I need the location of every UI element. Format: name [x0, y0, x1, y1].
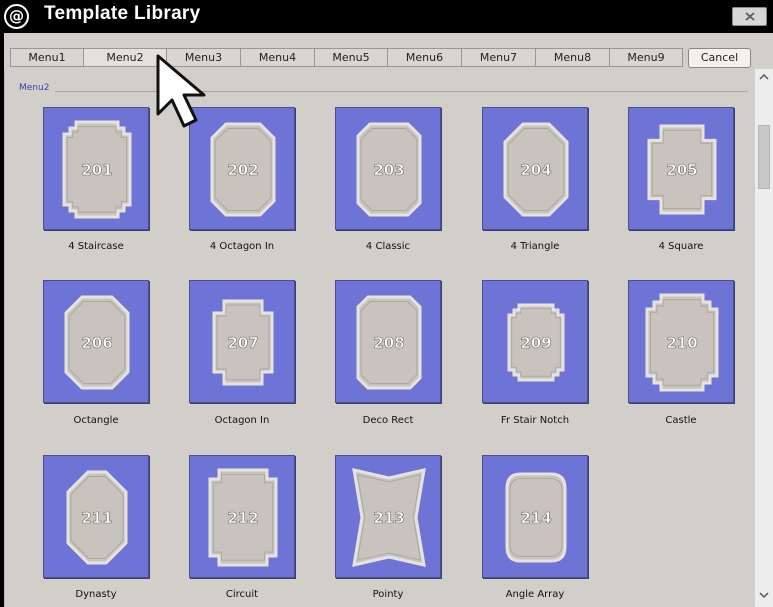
template-number: 201	[81, 161, 112, 179]
template-label: Pointy	[372, 589, 404, 600]
template-preview-206: 206	[64, 295, 130, 390]
tab-menu4[interactable]: Menu4	[240, 48, 314, 67]
template-preview-210: 210	[645, 293, 719, 392]
scroll-thumb[interactable]	[758, 125, 770, 189]
tab-menu6[interactable]: Menu6	[387, 48, 461, 67]
tab-menu9[interactable]: Menu9	[609, 48, 683, 67]
template-number: 211	[81, 509, 112, 527]
template-tile-210[interactable]: 210	[628, 280, 734, 403]
template-number: 204	[520, 161, 551, 179]
template-tile-208[interactable]: 208	[335, 280, 441, 403]
template-tile-207[interactable]: 207	[189, 280, 295, 403]
template-number: 209	[520, 334, 551, 352]
chevron-down-icon[interactable]	[755, 587, 773, 604]
template-label: 4 Staircase	[68, 241, 124, 252]
template-tile-203[interactable]: 203	[335, 107, 441, 230]
template-tile-205[interactable]: 205	[628, 107, 734, 230]
template-preview-211: 211	[66, 470, 128, 565]
template-label: 4 Classic	[365, 241, 411, 252]
tab-menu7[interactable]: Menu7	[461, 48, 535, 67]
window-title: Template Library	[44, 3, 201, 24]
template-label: Dynasty	[75, 589, 117, 600]
template-tile-211[interactable]: 211	[43, 455, 149, 578]
template-label: Octagon In	[214, 415, 270, 426]
template-label: Fr Stair Notch	[500, 415, 570, 426]
close-button[interactable]	[732, 7, 767, 26]
template-tile-213[interactable]: 213	[335, 455, 441, 578]
close-x-icon	[745, 12, 755, 21]
tab-menu1[interactable]: Menu1	[10, 48, 83, 67]
template-number: 206	[81, 334, 112, 352]
template-number: 212	[227, 509, 258, 527]
menu-tab-bar: Menu1 Menu2 Menu3 Menu4 Menu5 Menu6 Menu…	[4, 33, 773, 69]
template-tile-206[interactable]: 206	[43, 280, 149, 403]
template-number: 205	[666, 161, 697, 179]
template-library-window: @ Template Library Menu1 Menu2 Menu3 Men…	[0, 0, 773, 607]
template-preview-207: 207	[212, 299, 274, 386]
vertical-scrollbar[interactable]	[754, 69, 773, 607]
template-tile-201[interactable]: 201	[43, 107, 149, 230]
group-label: Menu2	[19, 83, 56, 93]
template-number: 207	[227, 334, 258, 352]
template-number: 214	[520, 509, 551, 527]
template-tile-212[interactable]: 212	[189, 455, 295, 578]
cancel-button[interactable]: Cancel	[688, 48, 751, 68]
template-preview-203: 203	[356, 122, 422, 217]
template-grid-panel: Menu2 201 4 Staircase 202 4 Octagon In 203 4 …	[4, 69, 754, 607]
at-sign-logo-icon: @	[4, 4, 29, 29]
template-number: 213	[373, 509, 404, 527]
template-preview-201: 201	[62, 120, 132, 219]
template-number: 210	[666, 334, 697, 352]
template-label: Angle Array	[505, 589, 565, 600]
group-divider	[20, 91, 748, 93]
template-preview-209: 209	[507, 303, 565, 382]
template-label: 4 Square	[658, 241, 704, 252]
template-label: Deco Rect	[362, 415, 414, 426]
template-number: 208	[373, 334, 404, 352]
template-number: 202	[227, 161, 258, 179]
chevron-up-icon[interactable]	[755, 69, 773, 86]
template-preview-212: 212	[208, 468, 278, 567]
template-label: Circuit	[225, 589, 259, 600]
tab-menu5[interactable]: Menu5	[314, 48, 387, 67]
tab-menu8[interactable]: Menu8	[535, 48, 609, 67]
template-label: 4 Octagon In	[209, 241, 275, 252]
template-label: Octangle	[73, 415, 119, 426]
mouse-pointer-arrow-icon	[156, 54, 206, 128]
template-number: 203	[373, 161, 404, 179]
template-preview-205: 205	[647, 124, 717, 215]
template-label: Castle	[665, 415, 697, 426]
template-preview-208: 208	[356, 295, 422, 390]
template-tile-204[interactable]: 204	[482, 107, 588, 230]
title-bar: @ Template Library	[0, 0, 773, 33]
template-preview-213: 213	[352, 468, 426, 567]
template-preview-204: 204	[503, 122, 569, 217]
template-tile-214[interactable]: 214	[482, 455, 588, 578]
template-label: 4 Triangle	[510, 241, 560, 252]
template-tile-209[interactable]: 209	[482, 280, 588, 403]
template-preview-214: 214	[505, 472, 567, 563]
